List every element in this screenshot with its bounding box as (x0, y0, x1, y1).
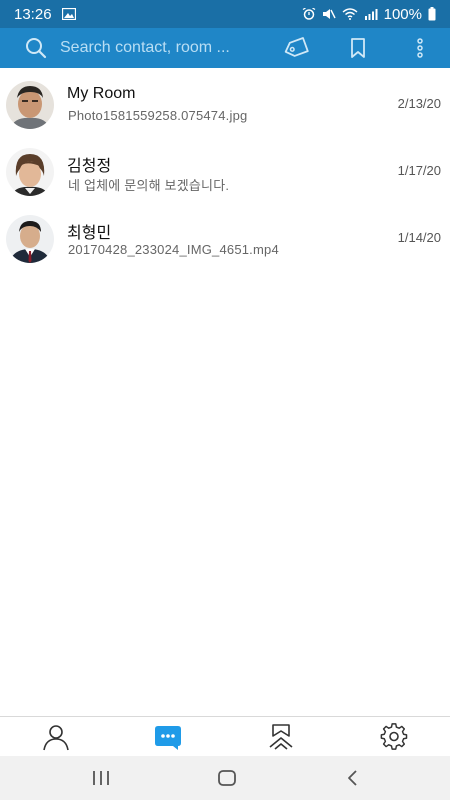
bottom-nav (0, 716, 450, 757)
chat-date: 1/17/20 (397, 163, 441, 178)
chat-room-row[interactable]: 최형민 20170428_233024_IMG_4651.mp4 1/14/20 (0, 202, 450, 269)
more-icon[interactable] (408, 36, 432, 60)
system-nav-bar (0, 756, 450, 800)
chat-date: 2/13/20 (397, 96, 441, 111)
chat-name: 최형민 (67, 225, 112, 242)
chat-date: 1/14/20 (397, 230, 441, 245)
back-icon[interactable] (342, 768, 364, 788)
alarm-icon (302, 8, 315, 20)
tag-icon[interactable] (282, 36, 310, 60)
chat-room-row[interactable]: 김청정 네 업체에 문의해 보겠습니다. 1/17/20 (0, 135, 450, 202)
settings-icon[interactable] (380, 723, 408, 751)
man-avatar (6, 81, 54, 129)
chat-room-row[interactable]: My Room Photo1581559258.075474.jpg 2/13/… (0, 68, 450, 135)
search-icon[interactable] (24, 36, 48, 60)
wifi-icon (342, 8, 358, 20)
battery-icon (428, 7, 436, 21)
search-input[interactable] (60, 39, 255, 57)
mute-icon (322, 9, 336, 19)
battery-level: 100% (383, 5, 422, 23)
image-icon (61, 8, 76, 20)
signal-icon (364, 9, 378, 20)
chat-name: 김청정 (67, 158, 112, 175)
man-suit-avatar (6, 215, 54, 263)
contacts-icon[interactable] (42, 723, 70, 751)
chats-icon[interactable] (154, 723, 182, 751)
home-icon[interactable] (216, 768, 238, 788)
chat-list: My Room Photo1581559258.075474.jpg 2/13/… (0, 68, 450, 269)
chat-preview: 20170428_233024_IMG_4651.mp4 (68, 242, 279, 257)
clock: 13:26 (14, 5, 52, 23)
bookmark-icon[interactable] (346, 36, 370, 60)
app-bar (0, 28, 450, 68)
chat-preview: Photo1581559258.075474.jpg (68, 108, 248, 123)
bookmarks-icon[interactable] (267, 723, 295, 751)
chat-name: My Room (67, 85, 136, 102)
recent-apps-icon[interactable] (90, 768, 112, 788)
woman-avatar (6, 148, 54, 196)
status-bar: 13:26 100% (0, 0, 450, 28)
chat-preview: 네 업체에 문의해 보겠습니다. (68, 178, 230, 193)
